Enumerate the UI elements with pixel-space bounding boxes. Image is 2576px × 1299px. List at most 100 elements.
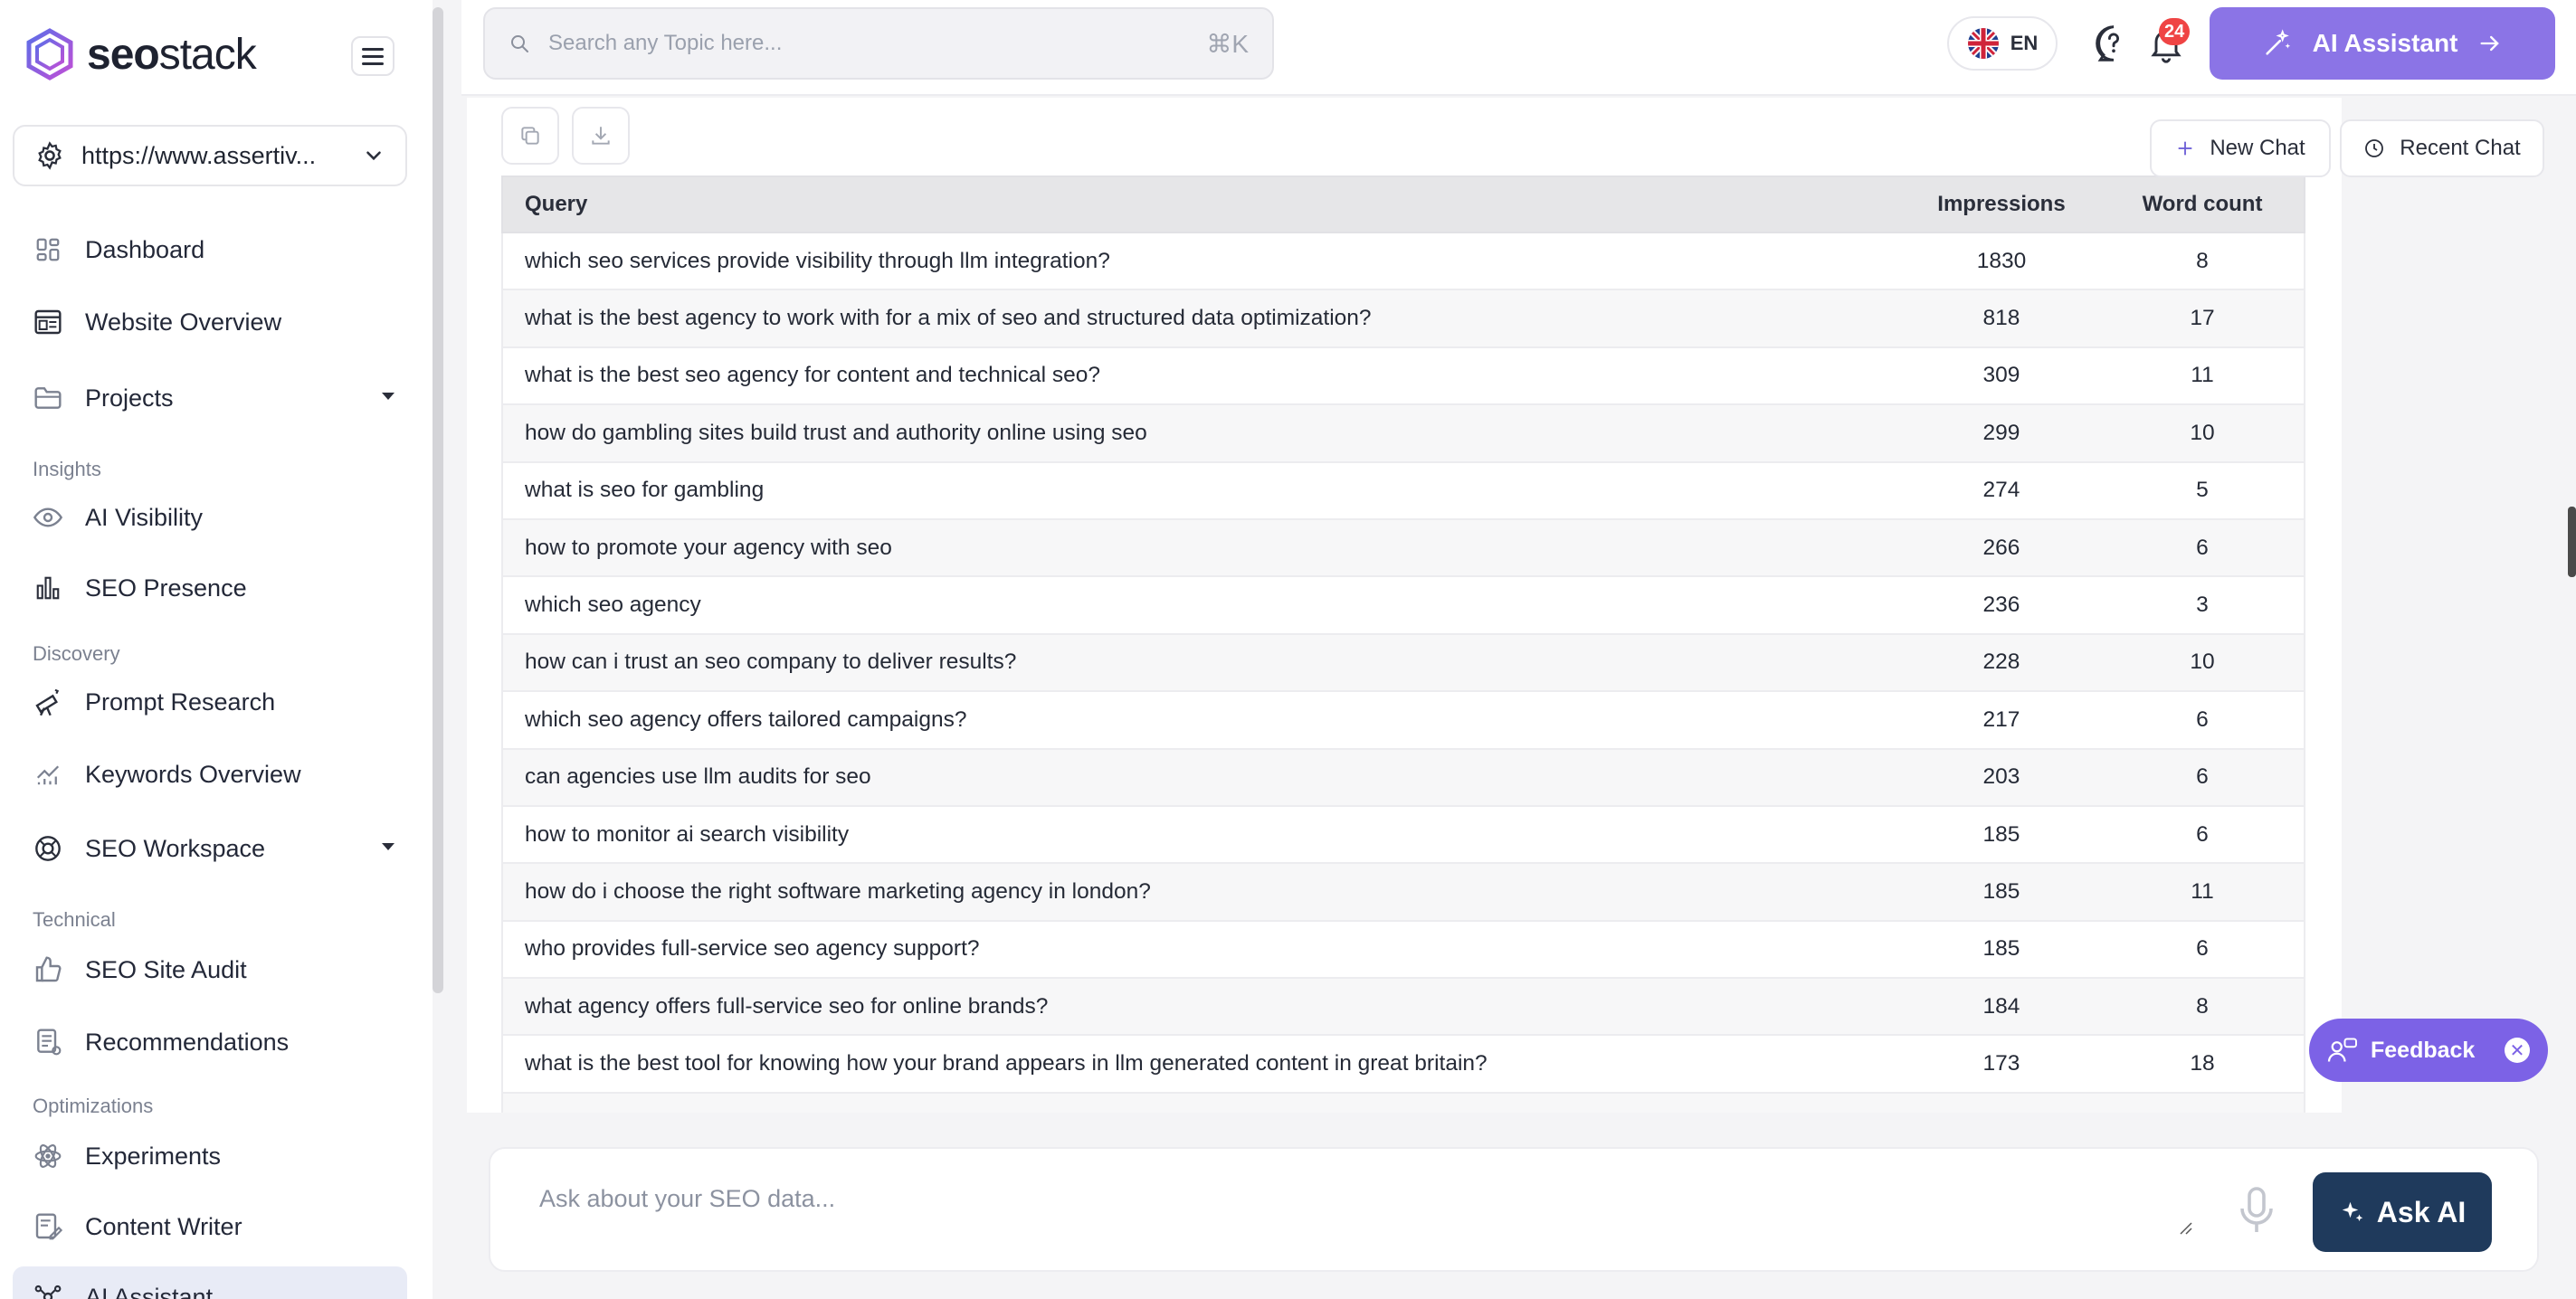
table-row[interactable]: what is the best agency to work with for… [501,290,2305,348]
sidebar-item-website-overview[interactable]: Website Overview [33,300,394,344]
cell-impressions: 185 [1982,821,2020,847]
sidebar-item-ai-assistant[interactable]: AI Assistant [33,1275,394,1299]
table-row[interactable]: how do gambling sites build trust and au… [501,405,2305,463]
cell-query: which seo agency offers tailored campaig… [525,706,967,732]
table-row[interactable]: how do i choose the right software marke… [501,864,2305,922]
sidebar-item-recommendations[interactable]: Recommendations [33,1020,394,1064]
sparkle-icon [2342,1201,2363,1221]
resize-grip-icon[interactable] [2175,1218,2193,1236]
language-selector[interactable]: EN [1947,16,2058,71]
document-list-icon [37,1029,62,1056]
cell-word-count: 8 [2196,248,2209,273]
feedback-button[interactable]: Feedback ✕ [2309,1019,2548,1082]
sidebar-item-experiments[interactable]: Experiments [33,1134,394,1178]
cell-impressions: 818 [1982,306,2020,331]
cell-query: what agency offers full-service seo for … [525,993,1049,1019]
sidebar-item-content-writer[interactable]: Content Writer [33,1205,394,1248]
cell-word-count: 6 [2196,936,2209,962]
sidebar-item-dashboard[interactable]: Dashboard [33,228,394,271]
menu-toggle-button[interactable] [351,36,394,76]
chat-input[interactable] [539,1185,2168,1239]
cell-query: can agencies use llm audits for seo [525,764,871,790]
ai-assistant-button[interactable]: AI Assistant [2210,7,2555,80]
microphone-icon[interactable] [2235,1185,2278,1236]
sidebar-item-seo-presence[interactable]: SEO Presence [33,566,394,610]
ask-ai-label: Ask AI [2376,1195,2467,1228]
search-input[interactable] [548,31,1189,56]
cell-query: who provides full-service seo agency sup… [525,936,980,962]
table-row[interactable]: what is seo for gambling 274 5 [501,462,2305,520]
table-viewport: Query Impressions Word count which seo s… [467,98,2342,1113]
logo-icon [26,28,73,81]
help-icon[interactable] [2094,24,2134,63]
cell-word-count: 5 [2196,478,2209,503]
sidebar-item-seo-workspace[interactable]: SEO Workspace [33,827,394,870]
cell-query: how to promote your agency with seo [525,535,892,560]
folder-icon [34,387,62,409]
copy-icon [521,127,539,145]
download-button[interactable] [572,107,630,165]
cell-impressions: 185 [1982,878,2020,904]
table-row[interactable]: what agency offers full-service seo for … [501,979,2305,1037]
recent-chat-label: Recent Chat [2400,136,2521,160]
table-row[interactable]: which seo services provide visibility th… [501,233,2305,291]
table-row[interactable]: what is the best tool for knowing how yo… [501,1036,2305,1094]
feedback-close-icon[interactable]: ✕ [2505,1038,2530,1063]
table-header: Query Impressions Word count [501,175,2305,233]
sidebar-item-label: AI Visibility [85,503,204,531]
table-row[interactable]: which seo agency offers tailored campaig… [501,692,2305,750]
ask-ai-button[interactable]: Ask AI [2313,1172,2492,1252]
cell-query: which seo services provide visibility th… [525,248,1110,273]
table-row[interactable]: how to monitor ai search visibility 185 6 [501,806,2305,865]
recent-chat-button[interactable]: Recent Chat [2340,119,2544,177]
column-header-impressions[interactable]: Impressions [1902,192,2101,217]
sidebar-item-label: Prompt Research [85,687,276,716]
brand-logo[interactable]: seostack [25,25,257,83]
lifebuoy-icon [35,836,61,861]
sidebar-item-prompt-research[interactable]: Prompt Research [33,680,394,724]
table-row[interactable]: how can i trust an seo company to delive… [501,634,2305,693]
table-row[interactable]: what is the best seo agency for content … [501,347,2305,406]
sidebar-item-label: AI Assistant [85,1283,214,1299]
sidebar-item-keywords-overview[interactable]: Keywords Overview [33,753,394,796]
cell-query: which seo agency [525,593,701,618]
table-row[interactable]: which seo agency 236 3 [501,577,2305,635]
cell-query: what is the best agency to work with for… [525,306,1372,331]
thumbs-up-icon [35,956,62,982]
cell-query: what is the best tool for knowing how yo… [525,1051,1488,1076]
eye-icon [33,507,62,527]
cell-query: how can i trust an seo company to delive… [525,650,1017,675]
copy-button[interactable] [501,107,559,165]
trend-chart-icon [36,765,60,785]
arrow-right-icon [2480,35,2500,52]
site-selector[interactable]: https://www.assertiv... [13,125,407,186]
table-row[interactable] [501,1093,2305,1113]
cell-query: what is seo for gambling [525,478,765,503]
table-row[interactable]: can agencies use llm audits for seo 203 6 [501,749,2305,807]
sidebar-scrollbar[interactable] [433,7,443,993]
page-scrollbar-thumb[interactable] [2568,507,2576,577]
search-box[interactable]: ⌘K [483,7,1274,80]
telescope-icon [35,688,60,716]
cell-word-count: 6 [2196,706,2209,732]
sidebar-item-seo-site-audit[interactable]: SEO Site Audit [33,948,394,991]
new-chat-label: New Chat [2210,136,2305,160]
nav-section-discovery: Discovery [33,642,120,665]
table-row[interactable]: who provides full-service seo agency sup… [501,921,2305,980]
search-icon [511,35,528,52]
caret-down-icon [382,393,394,400]
plus-icon [2178,141,2192,156]
column-header-query[interactable]: Query [503,192,1902,217]
cell-impressions: 236 [1982,593,2020,618]
cell-word-count: 18 [2190,1051,2215,1076]
sidebar-item-projects[interactable]: Projects [33,376,394,420]
sidebar: seostack https://www.assertiv... Dashboa… [0,0,433,1299]
magic-wand-icon [2266,29,2290,55]
cell-word-count: 11 [2191,363,2214,388]
column-header-word-count[interactable]: Word count [2101,192,2304,217]
table-row[interactable]: how to promote your agency with seo 266 6 [501,519,2305,578]
cell-word-count: 6 [2196,821,2209,847]
edit-document-icon [35,1213,62,1240]
sidebar-item-ai-visibility[interactable]: AI Visibility [33,496,394,539]
new-chat-button[interactable]: New Chat [2150,119,2331,177]
